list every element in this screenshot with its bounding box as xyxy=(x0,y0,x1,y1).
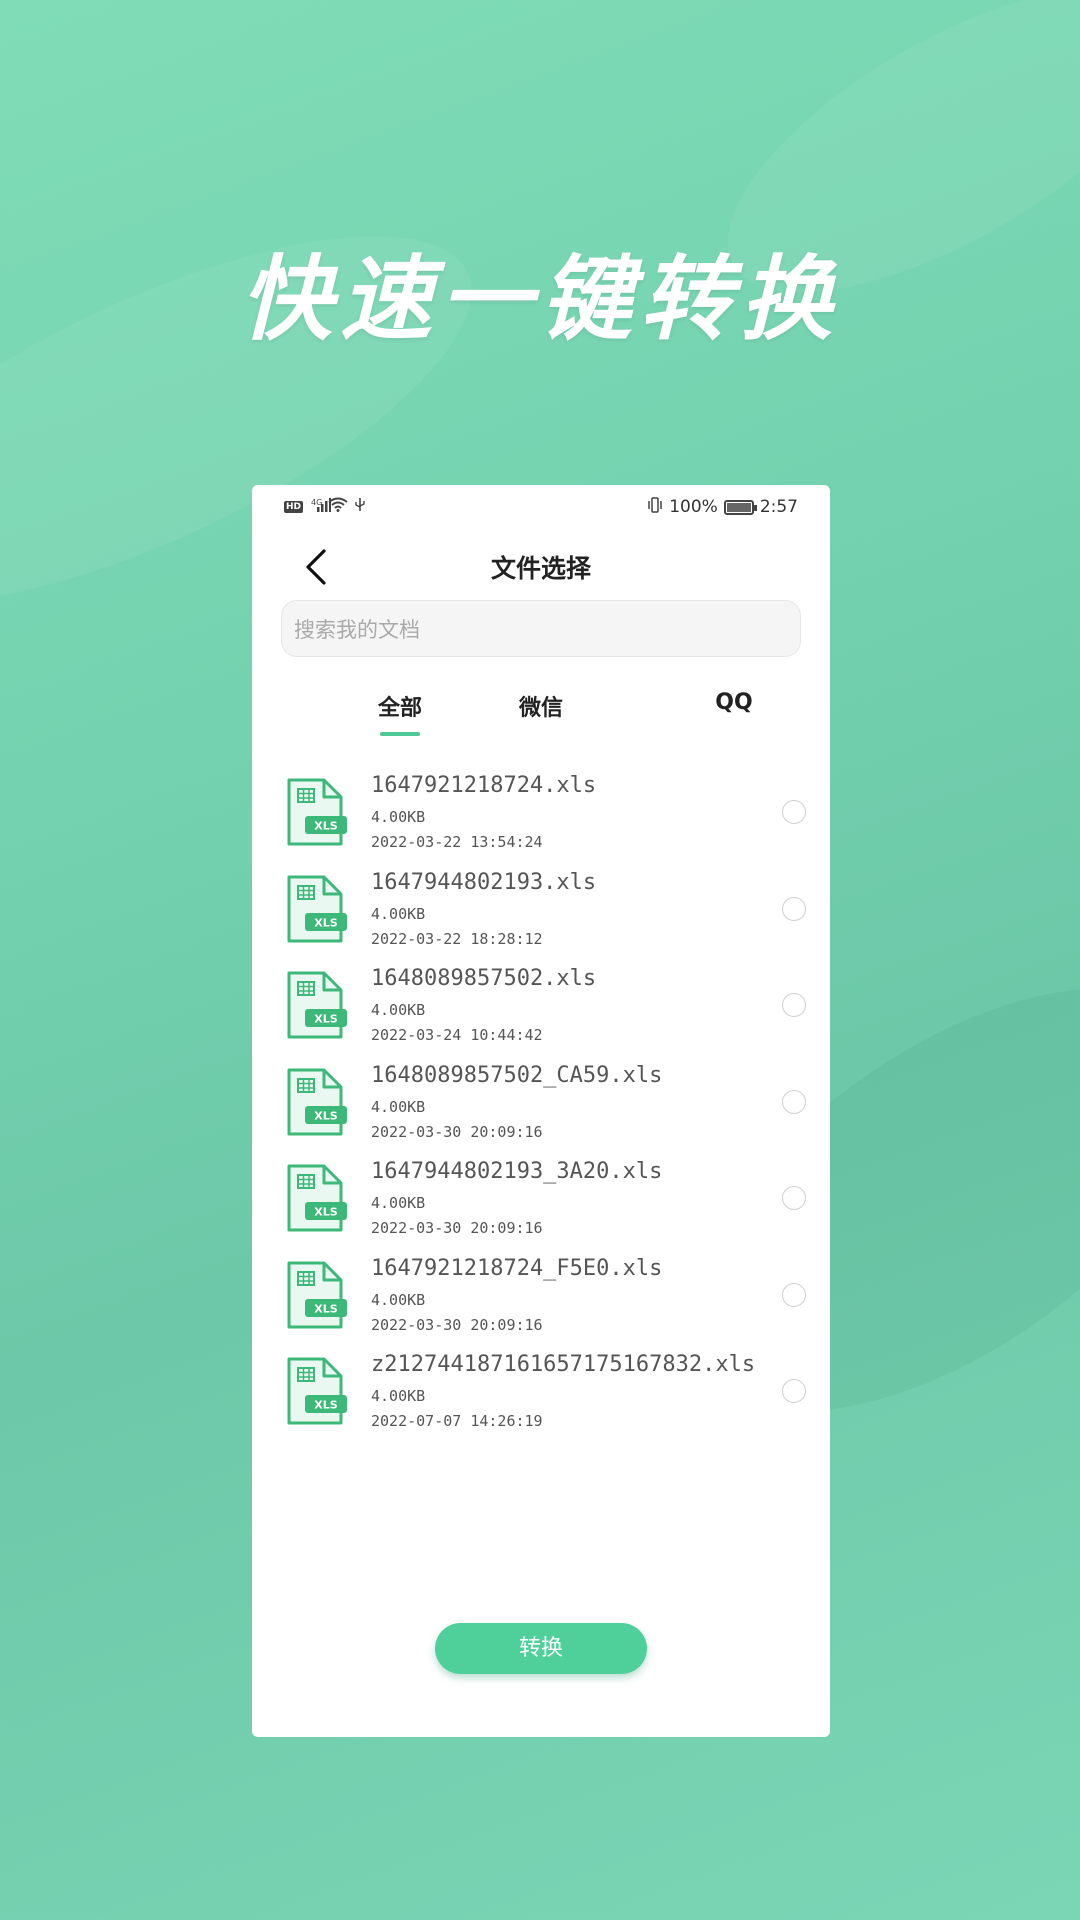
convert-button[interactable]: 转换 xyxy=(435,1623,647,1674)
xls-file-icon: XLS xyxy=(286,1067,348,1137)
xls-badge-label: XLS xyxy=(314,820,337,833)
file-name: 1647921218724.xls xyxy=(371,773,597,798)
file-date: 2022-03-22 18:28:12 xyxy=(371,929,543,948)
file-date: 2022-03-24 10:44:42 xyxy=(371,1026,543,1044)
xls-badge-label: XLS xyxy=(314,1302,337,1315)
xls-file-icon: XLS xyxy=(286,970,348,1040)
file-size: 4.00KB xyxy=(371,1387,426,1405)
list-item[interactable]: XLS 1647944802193_3A20.xls 4.00KB 2022-0… xyxy=(252,1153,830,1250)
promo-headline: 快速一键转换 xyxy=(239,246,840,353)
list-item[interactable]: XLS 1647921218724.xls 4.00KB 2022-03-22 … xyxy=(252,767,830,864)
file-name: 1648089857502.xls xyxy=(371,966,597,991)
file-name: 1647944802193_3A20.xls xyxy=(371,1159,663,1184)
xls-badge-label: XLS xyxy=(314,916,337,929)
page-title: 文件选择 xyxy=(490,554,591,583)
list-item[interactable]: XLS 1648089857502_CA59.xls 4.00KB 2022-0… xyxy=(252,1057,830,1154)
select-radio[interactable] xyxy=(782,1186,806,1210)
file-size: 4.00KB xyxy=(371,808,426,826)
network-type-label: 4G xyxy=(311,498,323,507)
tab-label: 全部 xyxy=(377,696,422,721)
select-radio[interactable] xyxy=(782,993,806,1017)
file-date: 2022-03-30 20:09:16 xyxy=(371,1122,543,1141)
xls-badge-label: XLS xyxy=(314,1109,337,1122)
wifi-icon xyxy=(328,497,348,516)
file-size: 4.00KB xyxy=(371,1194,426,1212)
list-item[interactable]: XLS 1648089857502.xls 4.00KB 2022-03-24 … xyxy=(252,960,830,1057)
select-radio[interactable] xyxy=(782,800,806,824)
file-size: 4.00KB xyxy=(371,1097,426,1116)
search-input[interactable]: 搜索我的文档 xyxy=(281,600,801,657)
file-name: 1648089857502_CA59.xls xyxy=(371,1062,663,1088)
xls-file-icon: XLS xyxy=(286,777,348,847)
status-bar: HD 4G 100% 2:57 xyxy=(252,485,830,527)
tab-bar: 全部 微信 QQ xyxy=(252,690,830,750)
select-radio[interactable] xyxy=(782,1379,806,1403)
battery-percent: 100% xyxy=(669,497,718,517)
file-name: z212744187161657175167832.xls xyxy=(371,1352,756,1377)
file-size: 4.00KB xyxy=(371,1290,426,1309)
file-date: 2022-03-30 20:09:16 xyxy=(371,1315,543,1334)
xls-file-icon: XLS xyxy=(286,1356,348,1426)
select-radio[interactable] xyxy=(782,896,806,921)
tab-qq[interactable]: QQ xyxy=(664,690,804,715)
file-size: 4.00KB xyxy=(371,904,426,923)
file-size: 4.00KB xyxy=(371,1001,426,1019)
phone-screen: HD 4G 100% 2:57 文件选择 搜索我的文档 全部 微信 QQ XLS… xyxy=(252,485,830,1737)
select-radio[interactable] xyxy=(782,1282,806,1307)
tab-wechat[interactable]: 微信 xyxy=(471,690,611,722)
xls-file-icon: XLS xyxy=(286,1163,348,1233)
status-time: 2:57 xyxy=(759,497,798,517)
select-radio[interactable] xyxy=(782,1089,806,1114)
file-date: 2022-03-30 20:09:16 xyxy=(371,1219,543,1237)
xls-file-icon: XLS xyxy=(286,874,348,944)
usb-icon xyxy=(354,497,366,516)
file-list: XLS 1647921218724.xls 4.00KB 2022-03-22 … xyxy=(252,767,830,1443)
file-date: 2022-03-22 13:54:24 xyxy=(371,833,543,851)
active-tab-indicator xyxy=(380,732,420,736)
list-item[interactable]: XLS z212744187161657175167832.xls 4.00KB… xyxy=(252,1346,830,1443)
nav-bar: 文件选择 xyxy=(252,535,830,599)
file-name: 1647921218724_F5E0.xls xyxy=(371,1255,663,1281)
list-item[interactable]: XLS 1647944802193.xls 4.00KB 2022-03-22 … xyxy=(252,864,830,961)
xls-badge-label: XLS xyxy=(314,1399,337,1412)
xls-badge-label: XLS xyxy=(314,1206,337,1219)
tab-label: 微信 xyxy=(518,696,563,721)
vibrate-icon xyxy=(647,497,663,517)
file-name: 1647944802193.xls xyxy=(371,869,597,895)
battery-icon xyxy=(723,499,757,515)
xls-badge-label: XLS xyxy=(314,1013,337,1026)
file-date: 2022-07-07 14:26:19 xyxy=(371,1412,543,1430)
list-item[interactable]: XLS 1647921218724_F5E0.xls 4.00KB 2022-0… xyxy=(252,1250,830,1347)
xls-file-icon: XLS xyxy=(286,1260,348,1330)
tab-label: QQ xyxy=(715,690,753,715)
tab-all[interactable]: 全部 xyxy=(330,690,470,736)
hd-icon: HD xyxy=(284,500,304,513)
